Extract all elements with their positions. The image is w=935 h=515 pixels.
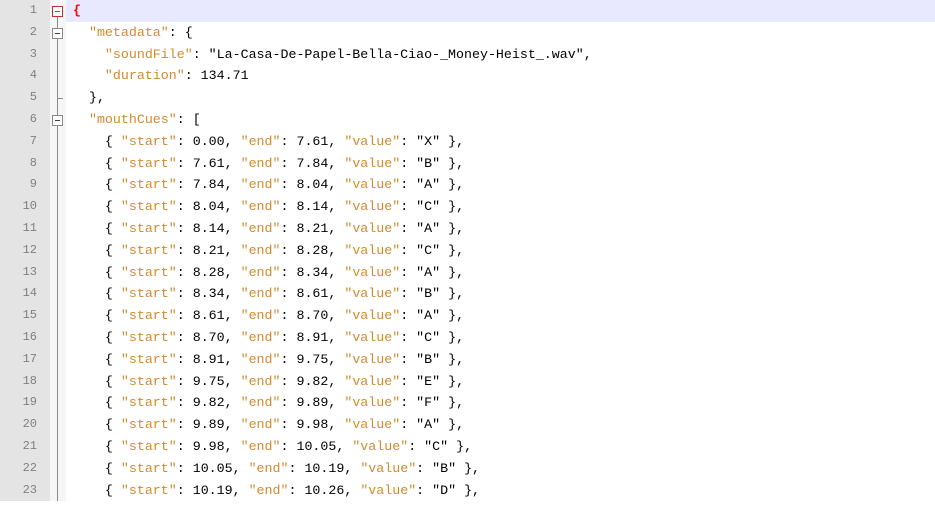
fold-margin xyxy=(50,348,66,371)
code-line[interactable]: 4 "duration": 134.71 xyxy=(0,65,935,88)
code-line[interactable]: 23 { "start": 10.19, "end": 10.26, "valu… xyxy=(0,479,935,502)
line-number: 2 xyxy=(0,21,50,44)
fold-margin xyxy=(50,239,66,262)
code-line[interactable]: 20 { "start": 9.89, "end": 9.98, "value"… xyxy=(0,414,935,436)
line-number: 12 xyxy=(0,239,50,262)
fold-margin xyxy=(50,370,66,393)
line-number: 20 xyxy=(0,414,50,436)
line-number: 23 xyxy=(0,479,50,502)
fold-margin xyxy=(50,217,66,240)
code-line[interactable]: 19 { "start": 9.82, "end": 9.89, "value"… xyxy=(0,392,935,415)
fold-margin xyxy=(50,435,66,458)
fold-margin xyxy=(50,414,66,436)
fold-margin xyxy=(50,326,66,349)
code-line[interactable]: 17 { "start": 8.91, "end": 9.75, "value"… xyxy=(0,348,935,371)
line-number: 8 xyxy=(0,152,50,175)
line-number: 15 xyxy=(0,305,50,327)
line-number: 1 xyxy=(0,0,50,22)
code-line[interactable]: 15 { "start": 8.61, "end": 8.70, "value"… xyxy=(0,305,935,327)
line-number: 16 xyxy=(0,326,50,349)
code-text[interactable]: { "start": 9.82, "end": 9.89, "value": "… xyxy=(73,392,464,414)
code-text[interactable]: { "start": 8.34, "end": 8.61, "value": "… xyxy=(73,283,464,305)
fold-toggle-icon[interactable] xyxy=(52,114,63,126)
code-text[interactable]: { "start": 8.91, "end": 9.75, "value": "… xyxy=(73,349,464,371)
fold-margin[interactable] xyxy=(50,0,66,22)
code-line[interactable]: 11 { "start": 8.14, "end": 8.21, "value"… xyxy=(0,217,935,240)
fold-margin xyxy=(50,305,66,327)
fold-toggle-icon[interactable] xyxy=(52,27,63,39)
line-number: 9 xyxy=(0,174,50,197)
line-number: 17 xyxy=(0,348,50,371)
code-text[interactable]: { "start": 7.61, "end": 7.84, "value": "… xyxy=(73,153,464,175)
fold-margin xyxy=(50,196,66,218)
fold-margin xyxy=(50,457,66,480)
line-number: 7 xyxy=(0,130,50,153)
code-line[interactable]: 5 }, xyxy=(0,87,935,109)
fold-margin xyxy=(50,65,66,88)
code-line[interactable]: 1{ xyxy=(0,0,935,22)
code-text[interactable]: { "start": 8.04, "end": 8.14, "value": "… xyxy=(73,196,464,218)
code-text[interactable]: { "start": 0.00, "end": 7.61, "value": "… xyxy=(73,131,464,153)
code-editor[interactable]: 1{2 "metadata": {3 "soundFile": "La-Casa… xyxy=(0,0,935,515)
code-text[interactable]: { "start": 8.21, "end": 8.28, "value": "… xyxy=(73,240,464,262)
code-text[interactable]: { xyxy=(73,0,81,22)
code-text[interactable]: { "start": 7.84, "end": 8.04, "value": "… xyxy=(73,174,464,196)
line-number: 10 xyxy=(0,196,50,218)
fold-toggle-icon[interactable] xyxy=(52,6,63,17)
fold-margin xyxy=(50,283,66,306)
fold-margin xyxy=(50,174,66,197)
line-number: 6 xyxy=(0,108,50,131)
fold-margin xyxy=(50,261,66,284)
fold-margin xyxy=(50,130,66,153)
code-line[interactable]: 14 { "start": 8.34, "end": 8.61, "value"… xyxy=(0,283,935,306)
line-number: 18 xyxy=(0,370,50,393)
code-line[interactable]: 16 { "start": 8.70, "end": 8.91, "value"… xyxy=(0,326,935,349)
code-line[interactable]: 9 { "start": 7.84, "end": 8.04, "value":… xyxy=(0,174,935,197)
code-line[interactable]: 3 "soundFile": "La-Casa-De-Papel-Bella-C… xyxy=(0,43,935,66)
code-text[interactable]: { "start": 8.61, "end": 8.70, "value": "… xyxy=(73,305,464,327)
code-line[interactable]: 13 { "start": 8.28, "end": 8.34, "value"… xyxy=(0,261,935,284)
code-text[interactable]: { "start": 10.05, "end": 10.19, "value":… xyxy=(73,458,480,480)
code-text[interactable]: { "start": 8.70, "end": 8.91, "value": "… xyxy=(73,327,464,349)
line-number: 19 xyxy=(0,392,50,415)
code-text[interactable]: "duration": 134.71 xyxy=(73,65,249,87)
code-text[interactable]: { "start": 9.75, "end": 9.82, "value": "… xyxy=(73,371,464,393)
line-number: 13 xyxy=(0,261,50,284)
line-number: 5 xyxy=(0,87,50,109)
line-number: 3 xyxy=(0,43,50,66)
code-line[interactable]: 10 { "start": 8.04, "end": 8.14, "value"… xyxy=(0,196,935,218)
code-text[interactable]: { "start": 10.19, "end": 10.26, "value":… xyxy=(73,480,480,502)
fold-margin[interactable] xyxy=(50,21,66,44)
line-number: 22 xyxy=(0,457,50,480)
line-number: 21 xyxy=(0,435,50,458)
code-line[interactable]: 21 { "start": 9.98, "end": 10.05, "value… xyxy=(0,435,935,458)
code-text[interactable]: "mouthCues": [ xyxy=(73,109,201,131)
code-line[interactable]: 12 { "start": 8.21, "end": 8.28, "value"… xyxy=(0,239,935,262)
line-number: 4 xyxy=(0,65,50,88)
fold-margin xyxy=(50,87,66,109)
code-line[interactable]: 7 { "start": 0.00, "end": 7.61, "value":… xyxy=(0,130,935,153)
line-number: 14 xyxy=(0,283,50,306)
code-text[interactable]: "metadata": { xyxy=(73,22,193,44)
code-line[interactable]: 18 { "start": 9.75, "end": 9.82, "value"… xyxy=(0,370,935,393)
code-text[interactable]: { "start": 8.14, "end": 8.21, "value": "… xyxy=(73,218,464,240)
fold-margin[interactable] xyxy=(50,108,66,131)
code-line[interactable]: 2 "metadata": { xyxy=(0,21,935,44)
code-text[interactable]: }, xyxy=(73,87,105,109)
code-line[interactable]: 22 { "start": 10.05, "end": 10.19, "valu… xyxy=(0,457,935,480)
code-line[interactable]: 8 { "start": 7.61, "end": 7.84, "value":… xyxy=(0,152,935,175)
fold-margin xyxy=(50,479,66,502)
code-text[interactable]: { "start": 9.89, "end": 9.98, "value": "… xyxy=(73,414,464,436)
code-text[interactable]: "soundFile": "La-Casa-De-Papel-Bella-Cia… xyxy=(73,44,592,66)
fold-margin xyxy=(50,43,66,66)
fold-margin xyxy=(50,152,66,175)
code-line[interactable]: 6 "mouthCues": [ xyxy=(0,108,935,131)
line-number: 11 xyxy=(0,217,50,240)
fold-margin xyxy=(50,392,66,415)
code-text[interactable]: { "start": 9.98, "end": 10.05, "value": … xyxy=(73,436,472,458)
code-text[interactable]: { "start": 8.28, "end": 8.34, "value": "… xyxy=(73,262,464,284)
